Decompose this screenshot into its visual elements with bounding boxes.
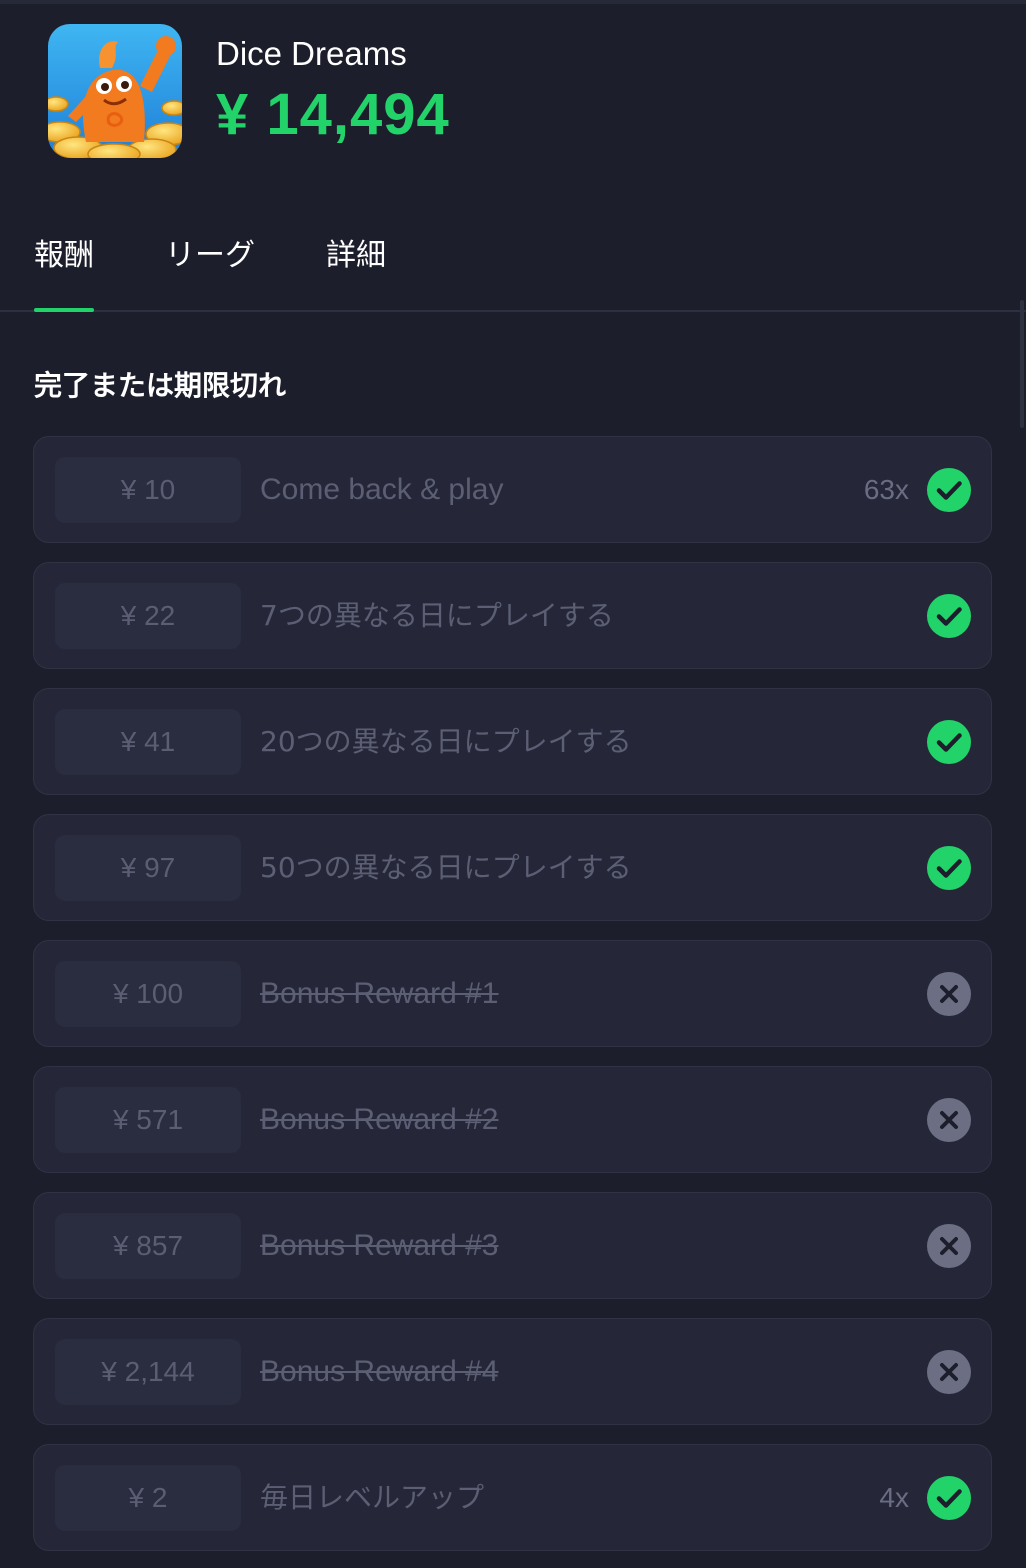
reward-card[interactable]: ¥ 2,144 Bonus Reward #4 <box>33 1318 992 1425</box>
tab-rewards[interactable]: 報酬 <box>34 228 94 312</box>
reward-amount: ¥ 571 <box>55 1087 241 1153</box>
top-divider <box>0 0 1026 4</box>
reward-amount: ¥ 2,144 <box>55 1339 241 1405</box>
reward-amount: ¥ 10 <box>55 457 241 523</box>
reward-title: Bonus Reward #1 <box>260 977 499 1010</box>
reward-amount: ¥ 100 <box>55 961 241 1027</box>
reward-card[interactable]: ¥ 10 Come back & play 63x <box>33 436 992 543</box>
close-icon <box>927 972 971 1016</box>
app-icon <box>48 24 182 158</box>
reward-title: 20つの異なる日にプレイする <box>260 725 632 758</box>
check-icon <box>927 720 971 764</box>
tab-bar: 報酬 リーグ 詳細 <box>0 228 1026 312</box>
section-title: 完了または期限切れ <box>34 369 287 402</box>
check-icon <box>927 594 971 638</box>
reward-title: Come back & play <box>260 473 504 506</box>
reward-count: 63x <box>863 474 909 505</box>
reward-card[interactable]: ¥ 41 20つの異なる日にプレイする <box>33 688 992 795</box>
tab-league[interactable]: リーグ <box>165 228 255 310</box>
close-icon <box>927 1350 971 1394</box>
check-icon <box>927 1476 971 1520</box>
reward-amount: ¥ 41 <box>55 709 241 775</box>
reward-title: Bonus Reward #3 <box>260 1229 499 1262</box>
reward-list: ¥ 10 Come back & play 63x ¥ 22 7つの異なる日にプ… <box>33 436 992 1568</box>
check-icon <box>927 468 971 512</box>
reward-card[interactable]: ¥ 100 Bonus Reward #1 <box>33 940 992 1047</box>
app-name: Dice Dreams <box>216 35 407 72</box>
reward-count: 4x <box>879 1482 909 1513</box>
tab-details[interactable]: 詳細 <box>326 228 386 310</box>
close-icon <box>927 1224 971 1268</box>
reward-card[interactable]: ¥ 571 Bonus Reward #2 <box>33 1066 992 1173</box>
total-earnings: ¥ 14,494 <box>216 82 450 147</box>
close-icon <box>927 1098 971 1142</box>
reward-amount: ¥ 97 <box>55 835 241 901</box>
reward-amount: ¥ 857 <box>55 1213 241 1279</box>
reward-card[interactable]: ¥ 2 毎日レベルアップ 4x <box>33 1444 992 1551</box>
reward-title: 7つの異なる日にプレイする <box>260 599 614 632</box>
reward-title: 毎日レベルアップ <box>260 1481 485 1514</box>
reward-title: Bonus Reward #4 <box>260 1355 499 1388</box>
scrollbar[interactable] <box>1020 300 1024 428</box>
page: Dice Dreams ¥ 14,494 報酬 リーグ 詳細 完了または期限切れ… <box>0 0 1026 1568</box>
reward-card[interactable]: ¥ 22 7つの異なる日にプレイする <box>33 562 992 669</box>
reward-amount: ¥ 2 <box>55 1465 241 1531</box>
reward-amount: ¥ 22 <box>55 583 241 649</box>
check-icon <box>927 846 971 890</box>
reward-title: Bonus Reward #2 <box>260 1103 499 1136</box>
reward-card[interactable]: ¥ 97 50つの異なる日にプレイする <box>33 814 992 921</box>
reward-title: 50つの異なる日にプレイする <box>260 851 632 884</box>
reward-card[interactable]: ¥ 857 Bonus Reward #3 <box>33 1192 992 1299</box>
